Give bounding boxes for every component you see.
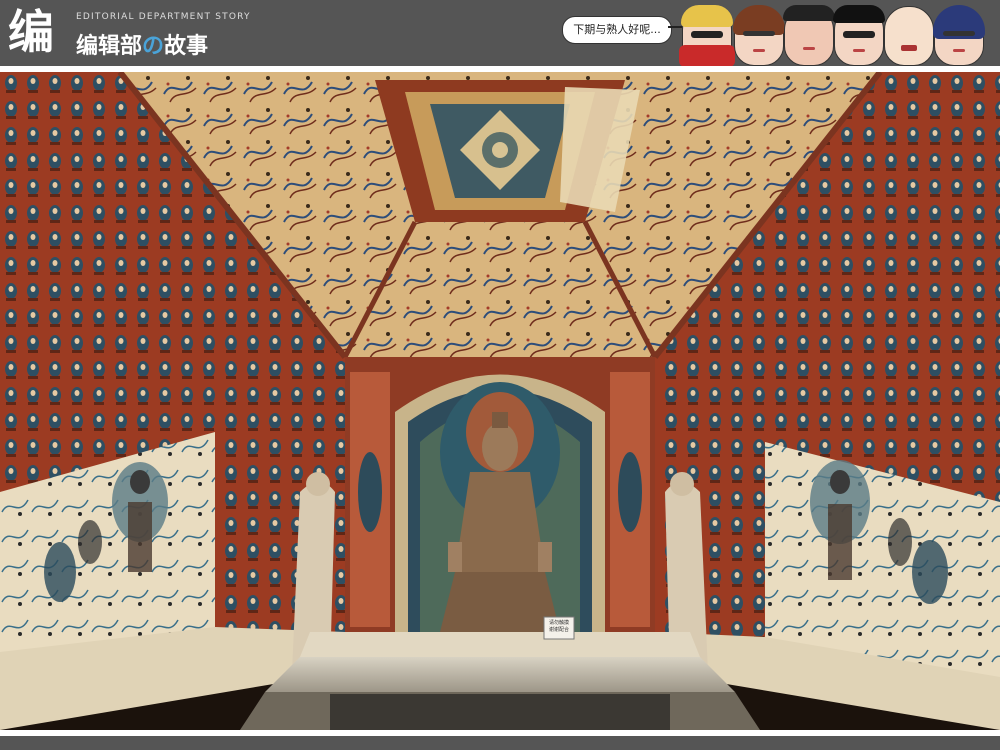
site-subtitle: EDITORIAL DEPARTMENT STORY bbox=[76, 12, 251, 22]
cave-illustration bbox=[0, 72, 1000, 730]
cartoon-face-man-icon bbox=[783, 5, 835, 66]
cartoon-faces bbox=[679, 0, 1000, 67]
site-title[interactable]: 编辑部の故事 bbox=[76, 28, 208, 60]
cartoon-face-girl-icon bbox=[933, 5, 985, 66]
logo-icon[interactable]: 编 bbox=[8, 6, 68, 58]
cartoon-face-woman-icon bbox=[733, 5, 785, 66]
logo-glyph: 编 bbox=[8, 5, 54, 59]
title-accent: の bbox=[142, 34, 165, 59]
cave-photo: 请勿触摸 谢谢配合 bbox=[0, 72, 1000, 730]
speech-bubble: 下期与熟人好呢... bbox=[562, 16, 672, 44]
plaque-line-1: 请勿触摸 bbox=[548, 620, 569, 626]
cartoon-face-scarf-icon bbox=[679, 5, 735, 67]
footer-bar bbox=[0, 736, 1000, 750]
cartoon-face-bald-icon bbox=[884, 6, 934, 66]
title-part1: 编辑部 bbox=[76, 34, 143, 59]
title-part2: 故事 bbox=[164, 34, 209, 59]
notice-plaque: 请勿触摸 谢谢配合 bbox=[544, 617, 574, 642]
cartoon-face-glasses-icon bbox=[833, 5, 885, 66]
header-bar: 编 EDITORIAL DEPARTMENT STORY 编辑部の故事 下期与熟… bbox=[0, 0, 1000, 67]
plaque-line-2: 谢谢配合 bbox=[548, 627, 569, 633]
